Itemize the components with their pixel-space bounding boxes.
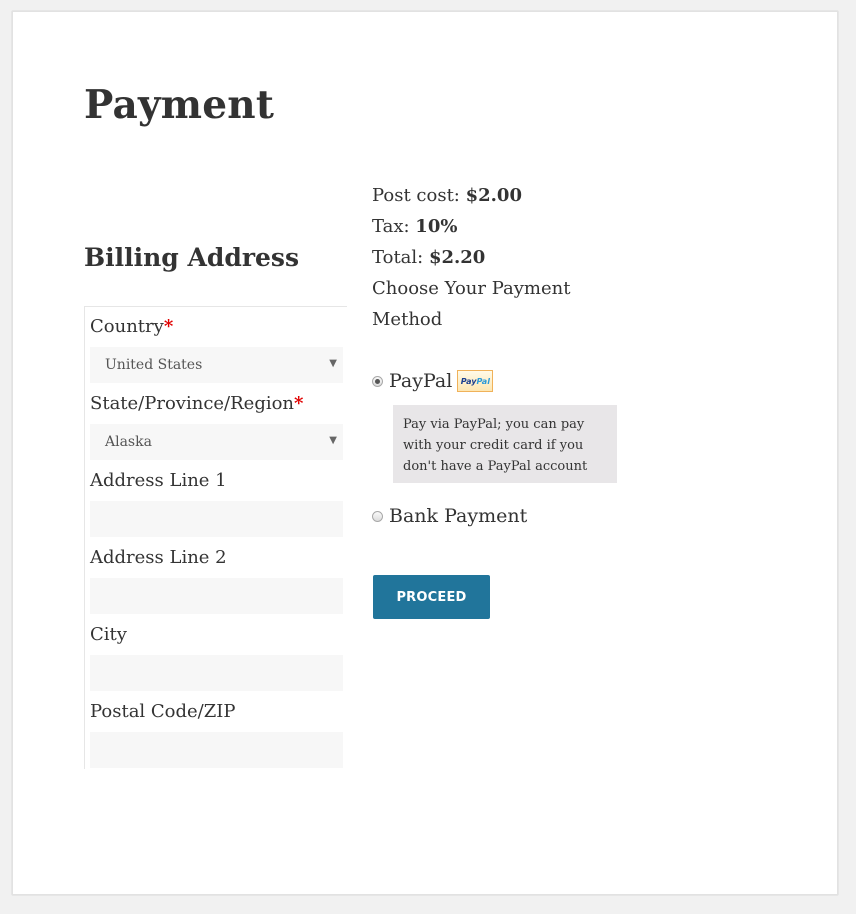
state-field: State/Province/Region* Alaska ▼: [90, 392, 343, 460]
proceed-button[interactable]: PROCEED: [373, 575, 490, 619]
bank-payment-option-label: Bank Payment: [389, 505, 528, 527]
order-summary: Post cost: $2.00 Tax: 10% Total: $2.20 C…: [372, 180, 622, 335]
address-line-2-field: Address Line 2: [90, 546, 343, 614]
country-select[interactable]: United States ▼: [90, 347, 343, 383]
address-line-1-field: Address Line 1: [90, 469, 343, 537]
payment-option-paypal[interactable]: PayPal Pay Pal: [372, 370, 494, 392]
total-line: Total: $2.20: [372, 242, 622, 273]
tax-value: 10%: [415, 216, 458, 237]
state-select[interactable]: Alaska ▼: [90, 424, 343, 460]
address-line-1-input[interactable]: [90, 501, 343, 537]
choose-payment-method-label: Choose Your Payment Method: [372, 278, 571, 330]
city-input[interactable]: [90, 655, 343, 691]
total-value: $2.20: [428, 247, 486, 268]
state-select-value: Alaska: [105, 434, 152, 450]
address-line-1-label: Address Line 1: [90, 470, 227, 491]
country-select-value: United States: [105, 357, 203, 373]
postal-code-input[interactable]: [90, 732, 343, 768]
required-asterisk: *: [163, 316, 174, 337]
state-label: State/Province/Region*: [90, 392, 343, 416]
paypal-option-label: PayPal: [389, 370, 453, 392]
country-label-text: Country: [90, 316, 164, 337]
state-label-text: State/Province/Region: [90, 393, 295, 414]
address-line-2-input-wrap: [90, 578, 343, 614]
payment-option-bank[interactable]: Bank Payment: [372, 505, 527, 527]
total-label: Total:: [372, 247, 424, 268]
chevron-down-icon: ▼: [329, 435, 337, 446]
tax-label: Tax:: [372, 216, 410, 237]
paypal-radio[interactable]: [372, 375, 383, 387]
post-cost-label: Post cost:: [372, 185, 460, 206]
postal-code-field: Postal Code/ZIP: [90, 700, 343, 768]
city-label: City: [90, 624, 127, 645]
address-line-1-input-wrap: [90, 501, 343, 537]
post-cost-line: Post cost: $2.00: [372, 180, 622, 211]
paypal-logo-pay: Pay: [460, 376, 477, 386]
billing-address-form: Country* United States ▼ State/Province/…: [84, 306, 347, 769]
billing-address-heading: Billing Address: [84, 243, 300, 272]
city-field: City: [90, 623, 343, 691]
postal-code-label: Postal Code/ZIP: [90, 701, 236, 722]
bank-payment-radio[interactable]: [372, 510, 383, 522]
tax-line: Tax: 10%: [372, 211, 622, 242]
post-cost-value: $2.00: [465, 185, 522, 206]
paypal-logo-icon: Pay Pal: [457, 370, 494, 392]
paypal-logo-pal: Pal: [476, 376, 490, 386]
postal-code-input-wrap: [90, 732, 343, 768]
paypal-description: Pay via PayPal; you can pay with your cr…: [393, 405, 617, 483]
country-field: Country* United States ▼: [90, 315, 343, 383]
required-asterisk: *: [294, 393, 304, 414]
chevron-down-icon: ▼: [329, 358, 337, 369]
address-line-2-label: Address Line 2: [90, 547, 227, 568]
city-input-wrap: [90, 655, 343, 691]
page-title: Payment: [84, 82, 275, 128]
country-label: Country*: [90, 315, 343, 339]
address-line-2-input[interactable]: [90, 578, 343, 614]
